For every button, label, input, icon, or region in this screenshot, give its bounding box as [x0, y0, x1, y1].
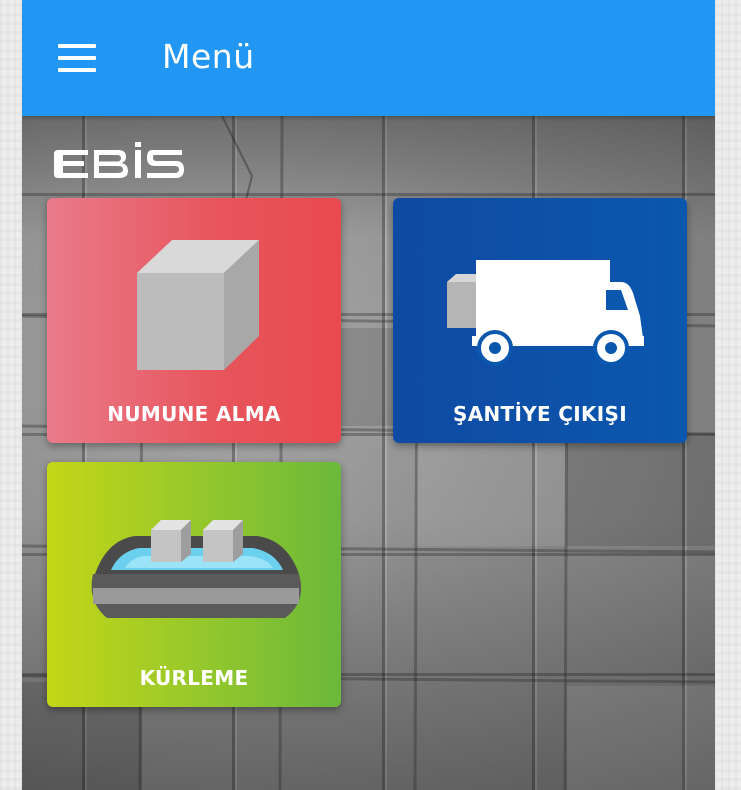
kurleme-tile[interactable]: KÜRLEME	[47, 462, 341, 707]
hamburger-menu-icon[interactable]	[58, 44, 96, 72]
ebis-logo	[54, 142, 184, 178]
menu-content: NUMUNE ALMA ŞANTİYE ÇIKIŞI KÜRLEME	[22, 116, 715, 790]
tile-label: KÜRLEME	[139, 666, 249, 690]
app-screen: Menü NUMUNE ALMA ŞANTİYE ÇIKIŞI KÜRLEME	[22, 0, 715, 790]
numune-alma-tile[interactable]: NUMUNE ALMA	[47, 198, 341, 443]
tile-label: NUMUNE ALMA	[107, 402, 281, 426]
app-bar: Menü	[22, 0, 715, 116]
santiye-cikisi-tile[interactable]: ŞANTİYE ÇIKIŞI	[393, 198, 687, 443]
page-title: Menü	[162, 37, 255, 76]
tile-label: ŞANTİYE ÇIKIŞI	[453, 402, 627, 426]
